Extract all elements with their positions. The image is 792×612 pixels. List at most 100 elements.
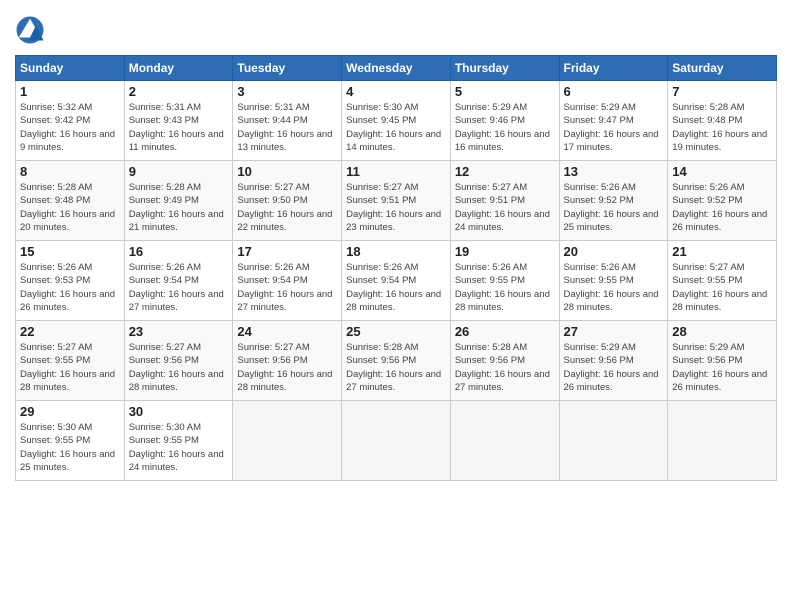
day-number: 22	[20, 324, 120, 339]
day-number: 16	[129, 244, 229, 259]
calendar-cell: 1 Sunrise: 5:32 AM Sunset: 9:42 PM Dayli…	[16, 81, 125, 161]
daylight-label: Daylight: 16 hours and 24 minutes.	[455, 209, 550, 233]
sunset-label: Sunset: 9:56 PM	[237, 355, 307, 366]
daylight-label: Daylight: 16 hours and 11 minutes.	[129, 129, 224, 153]
daylight-label: Daylight: 16 hours and 28 minutes.	[20, 369, 115, 393]
sunrise-label: Sunrise: 5:31 AM	[129, 102, 201, 113]
daylight-label: Daylight: 16 hours and 13 minutes.	[237, 129, 332, 153]
calendar-cell: 24 Sunrise: 5:27 AM Sunset: 9:56 PM Dayl…	[233, 321, 342, 401]
sunrise-label: Sunrise: 5:29 AM	[564, 102, 636, 113]
day-number: 18	[346, 244, 446, 259]
calendar-cell: 3 Sunrise: 5:31 AM Sunset: 9:44 PM Dayli…	[233, 81, 342, 161]
day-number: 17	[237, 244, 337, 259]
day-info: Sunrise: 5:28 AM Sunset: 9:48 PM Dayligh…	[672, 101, 772, 154]
day-header-sunday: Sunday	[16, 56, 125, 81]
sunrise-label: Sunrise: 5:27 AM	[455, 182, 527, 193]
day-info: Sunrise: 5:27 AM Sunset: 9:51 PM Dayligh…	[455, 181, 555, 234]
calendar-cell: 13 Sunrise: 5:26 AM Sunset: 9:52 PM Dayl…	[559, 161, 668, 241]
sunset-label: Sunset: 9:49 PM	[129, 195, 199, 206]
sunrise-label: Sunrise: 5:27 AM	[129, 342, 201, 353]
day-info: Sunrise: 5:29 AM Sunset: 9:46 PM Dayligh…	[455, 101, 555, 154]
day-number: 23	[129, 324, 229, 339]
logo	[15, 15, 49, 45]
day-number: 21	[672, 244, 772, 259]
calendar-cell: 20 Sunrise: 5:26 AM Sunset: 9:55 PM Dayl…	[559, 241, 668, 321]
daylight-label: Daylight: 16 hours and 26 minutes.	[564, 369, 659, 393]
week-row-5: 29 Sunrise: 5:30 AM Sunset: 9:55 PM Dayl…	[16, 401, 777, 481]
sunrise-label: Sunrise: 5:29 AM	[672, 342, 744, 353]
daylight-label: Daylight: 16 hours and 26 minutes.	[672, 369, 767, 393]
sunset-label: Sunset: 9:55 PM	[129, 435, 199, 446]
sunrise-label: Sunrise: 5:26 AM	[346, 262, 418, 273]
day-number: 4	[346, 84, 446, 99]
calendar-cell: 6 Sunrise: 5:29 AM Sunset: 9:47 PM Dayli…	[559, 81, 668, 161]
sunset-label: Sunset: 9:55 PM	[564, 275, 634, 286]
sunrise-label: Sunrise: 5:28 AM	[129, 182, 201, 193]
day-header-wednesday: Wednesday	[342, 56, 451, 81]
calendar-cell: 16 Sunrise: 5:26 AM Sunset: 9:54 PM Dayl…	[124, 241, 233, 321]
calendar-cell: 18 Sunrise: 5:26 AM Sunset: 9:54 PM Dayl…	[342, 241, 451, 321]
day-header-saturday: Saturday	[668, 56, 777, 81]
day-number: 29	[20, 404, 120, 419]
daylight-label: Daylight: 16 hours and 27 minutes.	[129, 289, 224, 313]
sunset-label: Sunset: 9:47 PM	[564, 115, 634, 126]
day-info: Sunrise: 5:31 AM Sunset: 9:43 PM Dayligh…	[129, 101, 229, 154]
daylight-label: Daylight: 16 hours and 27 minutes.	[455, 369, 550, 393]
week-row-2: 8 Sunrise: 5:28 AM Sunset: 9:48 PM Dayli…	[16, 161, 777, 241]
day-info: Sunrise: 5:27 AM Sunset: 9:56 PM Dayligh…	[129, 341, 229, 394]
daylight-label: Daylight: 16 hours and 28 minutes.	[346, 289, 441, 313]
sunrise-label: Sunrise: 5:26 AM	[672, 182, 744, 193]
daylight-label: Daylight: 16 hours and 22 minutes.	[237, 209, 332, 233]
sunset-label: Sunset: 9:43 PM	[129, 115, 199, 126]
calendar-cell: 30 Sunrise: 5:30 AM Sunset: 9:55 PM Dayl…	[124, 401, 233, 481]
sunrise-label: Sunrise: 5:29 AM	[455, 102, 527, 113]
daylight-label: Daylight: 16 hours and 17 minutes.	[564, 129, 659, 153]
sunset-label: Sunset: 9:56 PM	[672, 355, 742, 366]
day-header-tuesday: Tuesday	[233, 56, 342, 81]
day-info: Sunrise: 5:27 AM Sunset: 9:55 PM Dayligh…	[20, 341, 120, 394]
daylight-label: Daylight: 16 hours and 14 minutes.	[346, 129, 441, 153]
day-info: Sunrise: 5:27 AM Sunset: 9:56 PM Dayligh…	[237, 341, 337, 394]
sunrise-label: Sunrise: 5:26 AM	[237, 262, 309, 273]
daylight-label: Daylight: 16 hours and 9 minutes.	[20, 129, 115, 153]
day-info: Sunrise: 5:27 AM Sunset: 9:50 PM Dayligh…	[237, 181, 337, 234]
day-info: Sunrise: 5:26 AM Sunset: 9:55 PM Dayligh…	[564, 261, 664, 314]
day-number: 15	[20, 244, 120, 259]
day-number: 30	[129, 404, 229, 419]
day-info: Sunrise: 5:28 AM Sunset: 9:56 PM Dayligh…	[455, 341, 555, 394]
day-info: Sunrise: 5:29 AM Sunset: 9:56 PM Dayligh…	[672, 341, 772, 394]
sunset-label: Sunset: 9:51 PM	[455, 195, 525, 206]
sunset-label: Sunset: 9:55 PM	[455, 275, 525, 286]
sunrise-label: Sunrise: 5:27 AM	[237, 182, 309, 193]
sunrise-label: Sunrise: 5:26 AM	[455, 262, 527, 273]
day-info: Sunrise: 5:27 AM Sunset: 9:55 PM Dayligh…	[672, 261, 772, 314]
daylight-label: Daylight: 16 hours and 28 minutes.	[672, 289, 767, 313]
sunset-label: Sunset: 9:44 PM	[237, 115, 307, 126]
sunrise-label: Sunrise: 5:28 AM	[455, 342, 527, 353]
calendar-cell	[342, 401, 451, 481]
daylight-label: Daylight: 16 hours and 27 minutes.	[346, 369, 441, 393]
sunrise-label: Sunrise: 5:32 AM	[20, 102, 92, 113]
sunrise-label: Sunrise: 5:30 AM	[346, 102, 418, 113]
week-row-1: 1 Sunrise: 5:32 AM Sunset: 9:42 PM Dayli…	[16, 81, 777, 161]
sunset-label: Sunset: 9:54 PM	[237, 275, 307, 286]
day-number: 25	[346, 324, 446, 339]
sunrise-label: Sunrise: 5:27 AM	[672, 262, 744, 273]
calendar-cell: 25 Sunrise: 5:28 AM Sunset: 9:56 PM Dayl…	[342, 321, 451, 401]
calendar-cell: 11 Sunrise: 5:27 AM Sunset: 9:51 PM Dayl…	[342, 161, 451, 241]
day-info: Sunrise: 5:32 AM Sunset: 9:42 PM Dayligh…	[20, 101, 120, 154]
calendar-cell: 23 Sunrise: 5:27 AM Sunset: 9:56 PM Dayl…	[124, 321, 233, 401]
calendar-cell: 22 Sunrise: 5:27 AM Sunset: 9:55 PM Dayl…	[16, 321, 125, 401]
calendar-cell: 7 Sunrise: 5:28 AM Sunset: 9:48 PM Dayli…	[668, 81, 777, 161]
sunrise-label: Sunrise: 5:27 AM	[237, 342, 309, 353]
day-number: 11	[346, 164, 446, 179]
daylight-label: Daylight: 16 hours and 23 minutes.	[346, 209, 441, 233]
daylight-label: Daylight: 16 hours and 26 minutes.	[20, 289, 115, 313]
sunset-label: Sunset: 9:46 PM	[455, 115, 525, 126]
sunset-label: Sunset: 9:52 PM	[564, 195, 634, 206]
calendar-cell: 12 Sunrise: 5:27 AM Sunset: 9:51 PM Dayl…	[450, 161, 559, 241]
daylight-label: Daylight: 16 hours and 28 minutes.	[455, 289, 550, 313]
day-info: Sunrise: 5:26 AM Sunset: 9:54 PM Dayligh…	[129, 261, 229, 314]
sunrise-label: Sunrise: 5:28 AM	[672, 102, 744, 113]
daylight-label: Daylight: 16 hours and 28 minutes.	[564, 289, 659, 313]
